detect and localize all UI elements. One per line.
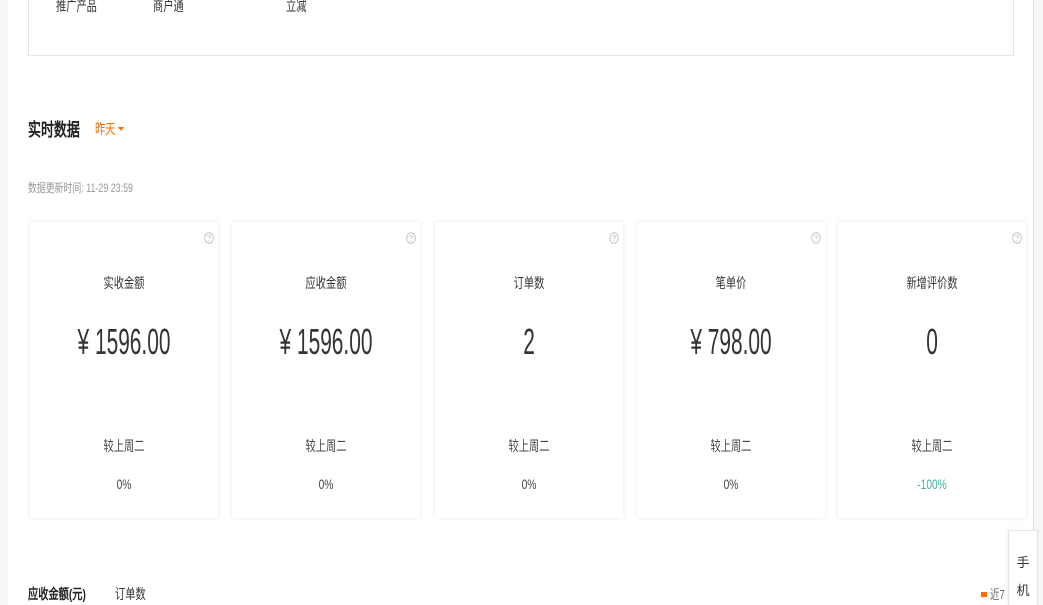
side-tab-char: 手 — [1016, 555, 1030, 570]
question-circle-icon[interactable] — [811, 232, 821, 244]
metric-label: 新增评价数 — [906, 275, 958, 291]
table-header-discount: 立减 — [286, 0, 307, 14]
legend-swatch — [981, 592, 987, 597]
metric-compare-label: 较上周二 — [710, 438, 752, 454]
metric-compare-label: 较上周二 — [911, 438, 953, 454]
metric-label: 应收金额 — [305, 275, 347, 291]
metric-label: 订单数 — [513, 275, 545, 291]
metric-change: 0% — [521, 476, 537, 492]
metric-value: ¥ 798.00 — [690, 321, 772, 362]
table-header-channel: 商户通 — [153, 0, 184, 14]
metric-value: 0 — [926, 321, 938, 362]
metric-value: ¥ 1596.00 — [279, 321, 373, 362]
metric-change: 0% — [723, 476, 739, 492]
question-circle-icon[interactable] — [1012, 232, 1022, 244]
metric-compare-label: 较上周二 — [508, 438, 550, 454]
caret-down-icon — [118, 127, 124, 131]
metric-card-avg-order-price: 笔单价 ¥ 798.00 较上周二 0% — [637, 222, 825, 518]
metric-card-order-count: 订单数 2 较上周二 0% — [435, 222, 623, 518]
question-circle-icon[interactable] — [609, 232, 619, 244]
metric-label: 笔单价 — [715, 275, 747, 291]
period-selector[interactable]: 昨天 — [95, 121, 127, 137]
metric-change: 0% — [116, 476, 132, 492]
legend-item-label[interactable]: 近7 — [990, 587, 1005, 602]
metric-compare-label: 较上周二 — [305, 438, 347, 454]
metric-value: ¥ 1596.00 — [77, 321, 171, 362]
metric-change: -100% — [917, 476, 947, 492]
table-header-promo-product: 推广产品 — [56, 0, 97, 14]
section-title: 实时数据 — [28, 120, 80, 140]
promotion-table: 推广产品 商户通 立减 — [28, 0, 1014, 56]
tab-receivable-amount[interactable]: 应收金额(元) — [28, 586, 86, 602]
metric-label: 实收金额 — [103, 275, 145, 291]
metric-card-actual-revenue: 实收金额 ¥ 1596.00 较上周二 0% — [30, 222, 218, 518]
question-circle-icon[interactable] — [406, 232, 416, 244]
period-selector-label: 昨天 — [95, 121, 116, 137]
metric-card-new-reviews: 新增评价数 0 较上周二 -100% — [838, 222, 1026, 518]
metric-compare-label: 较上周二 — [103, 438, 145, 454]
side-tab-char: 机 — [1016, 583, 1030, 598]
metric-change: 0% — [318, 476, 334, 492]
mobile-side-tab[interactable]: 手 机 — [1008, 530, 1038, 605]
metric-value: 2 — [523, 321, 535, 362]
metric-card-receivable-amount: 应收金额 ¥ 1596.00 较上周二 0% — [232, 222, 420, 518]
tab-order-count[interactable]: 订单数 — [115, 586, 146, 602]
data-updated-time: 数据更新时间: 11-29 23:59 — [28, 181, 133, 195]
question-circle-icon[interactable] — [204, 232, 214, 244]
